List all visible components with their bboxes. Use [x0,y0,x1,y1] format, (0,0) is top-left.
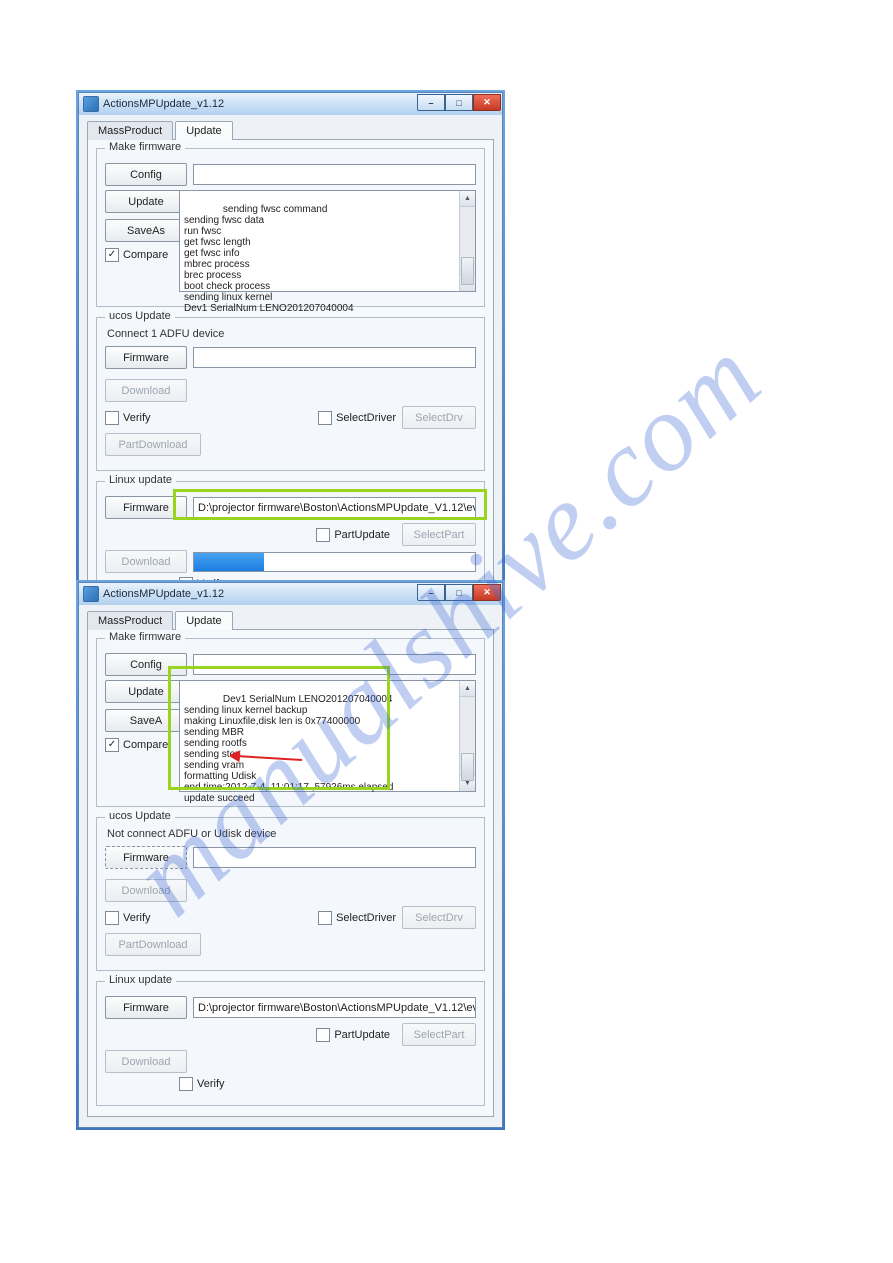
group-legend: Linux update [105,474,176,486]
checkbox-icon: ✓ [105,248,119,262]
partdownload-button[interactable]: PartDownload [105,933,201,956]
close-button[interactable]: ✕ [473,584,501,601]
verify-label: Verify [197,1078,225,1090]
checkbox-icon [105,911,119,925]
linux-firmware-input[interactable]: D:\projector firmware\Boston\ActionsMPUp… [193,997,476,1018]
group-legend: Linux update [105,974,176,986]
compare-checkbox[interactable]: ✓ Compare [105,248,173,262]
selectdrv-button[interactable]: SelectDrv [402,406,476,429]
scrollbar[interactable]: ▲ ▼ [459,191,475,291]
compare-label: Compare [123,249,168,261]
tab-massproduct[interactable]: MassProduct [87,121,173,140]
saveas-button[interactable]: SaveA [105,709,187,732]
verify-label: Verify [123,412,151,424]
compare-label: Compare [123,739,168,751]
selectdriver-checkbox[interactable]: SelectDriver [318,411,396,425]
window-title: ActionsMPUpdate_v1.12 [103,588,224,600]
group-legend: Make firmware [105,141,185,153]
maximize-button[interactable]: □ [445,584,473,601]
partupdate-checkbox[interactable]: PartUpdate [316,528,390,542]
selectdriver-label: SelectDriver [336,912,396,924]
checkbox-icon [318,411,332,425]
ucos-firmware-input[interactable] [193,847,476,868]
ucos-verify-checkbox[interactable]: Verify [105,911,151,925]
scroll-up-icon[interactable]: ▲ [460,191,475,207]
group-legend: ucos Update [105,810,175,822]
group-linux-update: Linux update Firmware D:\projector firmw… [96,981,485,1106]
verify-label: Verify [123,912,151,924]
log-text: sending fwsc command sending fwsc data r… [184,204,354,314]
log-textarea[interactable]: Dev1 SerialNum LENO201207040004 sending … [179,680,476,792]
window-2: ActionsMPUpdate_v1.12 – □ ✕ MassProduct … [78,582,503,1128]
scroll-thumb[interactable] [461,753,474,781]
config-button[interactable]: Config [105,653,187,676]
group-make-firmware: Make firmware Config Update SaveA ✓ Comp… [96,638,485,807]
linux-firmware-button[interactable]: Firmware [105,496,187,519]
checkbox-icon [179,1077,193,1091]
window-1: ActionsMPUpdate_v1.12 – □ ✕ MassProduct … [78,92,503,628]
selectpart-button[interactable]: SelectPart [402,1023,476,1046]
group-legend: Make firmware [105,631,185,643]
selectdrv-button[interactable]: SelectDrv [402,906,476,929]
linux-verify-checkbox[interactable]: Verify [179,1077,225,1091]
linux-firmware-button[interactable]: Firmware [105,996,187,1019]
firmware-button[interactable]: Firmware [105,346,187,369]
compare-checkbox[interactable]: ✓ Compare [105,738,173,752]
config-path-input[interactable] [193,164,476,185]
update-button[interactable]: Update [105,190,187,213]
linux-firmware-input[interactable]: D:\projector firmware\Boston\ActionsMPUp… [193,497,476,518]
ucos-connect-status: Not connect ADFU or Udisk device [107,828,476,840]
scroll-thumb[interactable] [461,257,474,285]
app-icon [83,96,99,112]
selectdriver-checkbox[interactable]: SelectDriver [318,911,396,925]
group-legend: ucos Update [105,310,175,322]
selectpart-button[interactable]: SelectPart [402,523,476,546]
partupdate-checkbox[interactable]: PartUpdate [316,1028,390,1042]
minimize-button[interactable]: – [417,94,445,111]
group-make-firmware: Make firmware Config Update SaveAs ✓ Com… [96,148,485,307]
ucos-download-button[interactable]: Download [105,879,187,902]
tab-update[interactable]: Update [175,611,232,630]
ucos-connect-status: Connect 1 ADFU device [107,328,476,340]
group-ucos-update: ucos Update Not connect ADFU or Udisk de… [96,817,485,971]
config-path-input[interactable] [193,654,476,675]
titlebar: ActionsMPUpdate_v1.12 – □ ✕ [79,583,502,605]
ucos-verify-checkbox[interactable]: Verify [105,411,151,425]
log-textarea[interactable]: sending fwsc command sending fwsc data r… [179,190,476,292]
group-ucos-update: ucos Update Connect 1 ADFU device Firmwa… [96,317,485,471]
selectdriver-label: SelectDriver [336,412,396,424]
scroll-track[interactable] [460,207,475,275]
firmware-button[interactable]: Firmware [105,846,187,869]
tab-update[interactable]: Update [175,121,232,140]
linux-download-button[interactable]: Download [105,1050,187,1073]
checkbox-icon [318,911,332,925]
linux-download-button[interactable]: Download [105,550,187,573]
app-icon [83,586,99,602]
checkbox-icon: ✓ [105,738,119,752]
checkbox-icon [105,411,119,425]
scroll-track[interactable] [460,697,475,775]
partupdate-label: PartUpdate [334,1029,390,1041]
minimize-button[interactable]: – [417,584,445,601]
progress-fill [194,553,264,571]
progress-bar [193,552,476,572]
checkbox-icon [316,528,330,542]
ucos-firmware-input[interactable] [193,347,476,368]
config-button[interactable]: Config [105,163,187,186]
log-text: Dev1 SerialNum LENO201207040004 sending … [184,694,393,804]
titlebar: ActionsMPUpdate_v1.12 – □ ✕ [79,93,502,115]
saveas-button[interactable]: SaveAs [105,219,187,242]
tab-massproduct[interactable]: MassProduct [87,611,173,630]
update-button[interactable]: Update [105,680,187,703]
window-title: ActionsMPUpdate_v1.12 [103,98,224,110]
checkbox-icon [316,1028,330,1042]
partupdate-label: PartUpdate [334,529,390,541]
scrollbar[interactable]: ▲ ▼ [459,681,475,791]
ucos-download-button[interactable]: Download [105,379,187,402]
scroll-up-icon[interactable]: ▲ [460,681,475,697]
close-button[interactable]: ✕ [473,94,501,111]
partdownload-button[interactable]: PartDownload [105,433,201,456]
maximize-button[interactable]: □ [445,94,473,111]
